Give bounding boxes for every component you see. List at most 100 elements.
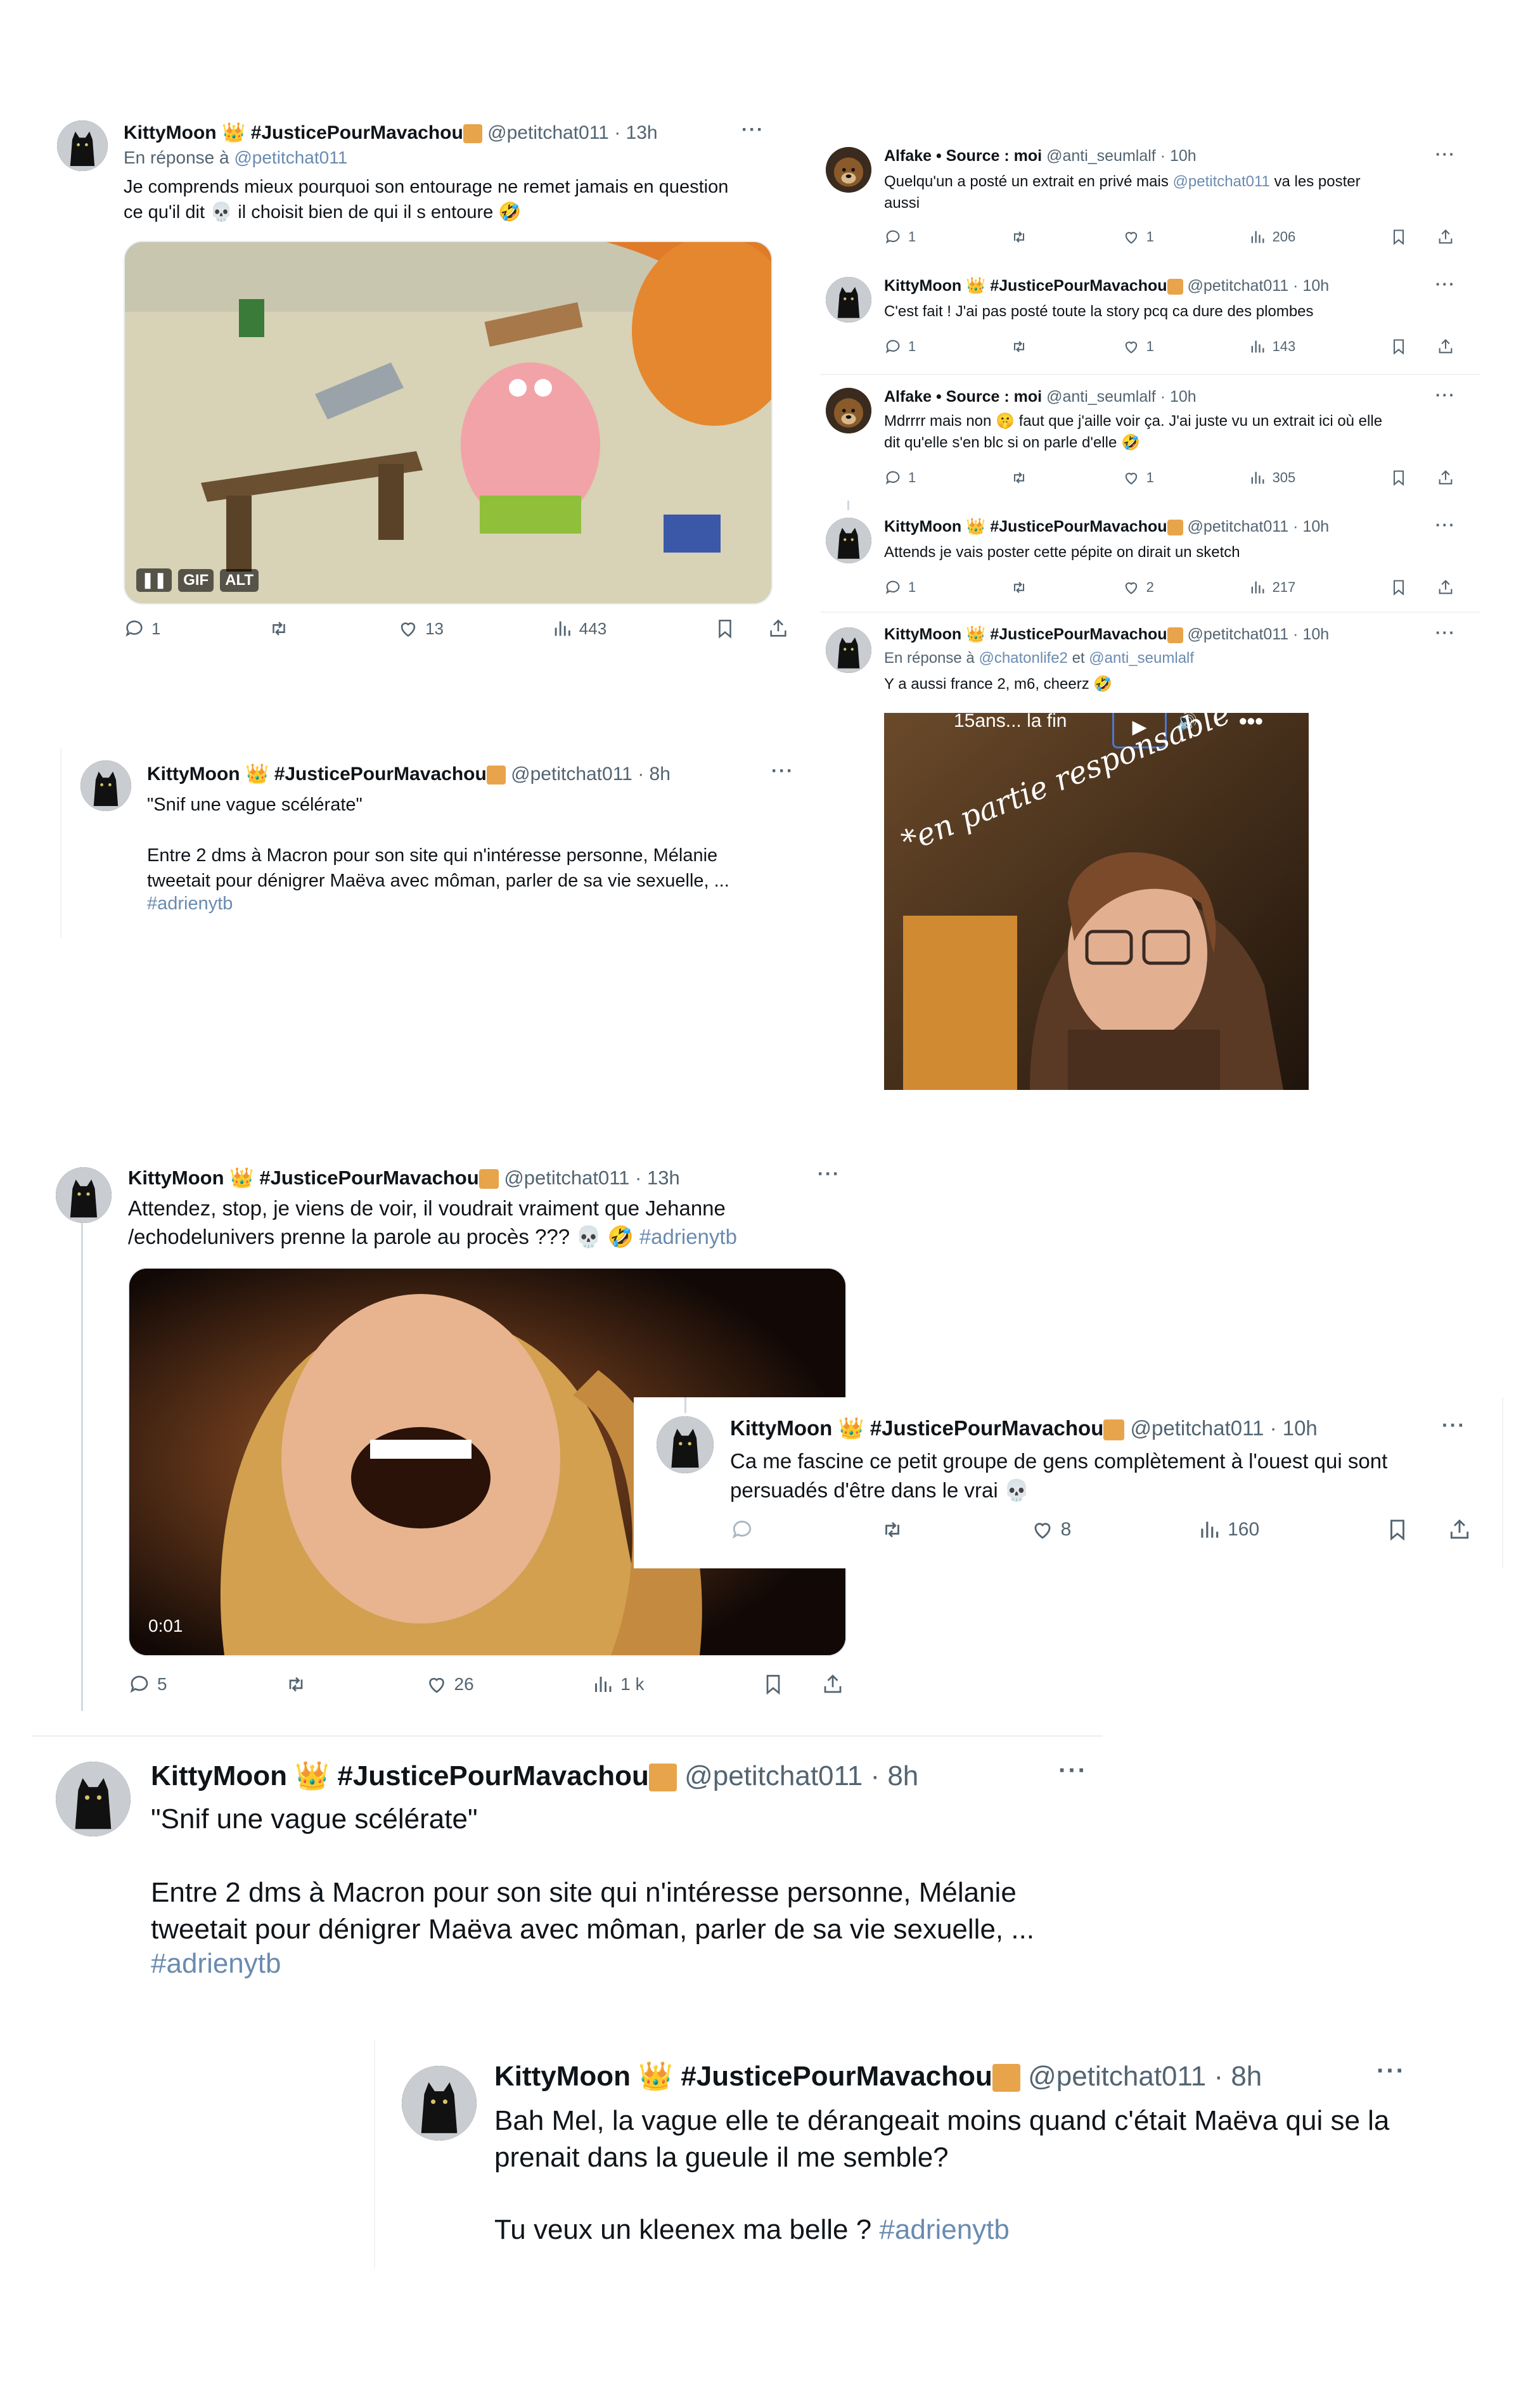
reply-button[interactable]: 1 (884, 228, 916, 246)
avatar[interactable] (826, 627, 871, 673)
more-options-icon[interactable]: ··· (771, 760, 794, 782)
reply-button[interactable]: 1 (884, 469, 916, 487)
display-name-hashtag[interactable]: #JusticePourMavachou (990, 277, 1167, 295)
display-name-hashtag[interactable]: #JusticePourMavachou (870, 1416, 1104, 1440)
timestamp[interactable]: · 10h (1293, 518, 1329, 535)
hashtag-link[interactable]: #adrienytb (879, 2214, 1009, 2245)
retweet-button[interactable] (268, 618, 290, 639)
avatar[interactable] (56, 1167, 112, 1223)
more-options-icon[interactable]: ··· (1435, 623, 1456, 643)
display-name[interactable]: KittyMoon (884, 518, 961, 535)
like-button[interactable]: 1 (1122, 469, 1154, 487)
alt-label[interactable]: ALT (220, 568, 259, 592)
avatar[interactable] (57, 120, 108, 171)
display-name-hashtag[interactable]: #JusticePourMavachou (990, 518, 1167, 535)
display-name[interactable]: KittyMoon (147, 764, 240, 785)
views-button[interactable]: 143 (1248, 338, 1295, 355)
display-name-hashtag[interactable]: #JusticePourMavachou (259, 1167, 478, 1189)
avatar[interactable] (826, 277, 871, 323)
more-options-icon[interactable]: ··· (1435, 385, 1456, 405)
timestamp[interactable]: · 13h (614, 122, 657, 143)
timestamp[interactable]: · 10h (1160, 388, 1197, 406)
display-name[interactable]: Alfake • Source : moi (884, 388, 1042, 406)
handle[interactable]: @petitchat011 (504, 1167, 629, 1189)
avatar[interactable] (80, 760, 131, 811)
like-button[interactable]: 8 (1030, 1518, 1071, 1542)
reply-mention[interactable]: @petitchat011 (234, 148, 347, 167)
display-name-hashtag[interactable]: #JusticePourMavachou (681, 2061, 992, 2092)
reply-button[interactable] (730, 1518, 754, 1542)
display-name[interactable]: KittyMoon (151, 1760, 287, 1791)
display-name[interactable]: KittyMoon (884, 277, 961, 295)
more-options-icon[interactable]: ··· (741, 119, 764, 141)
handle[interactable]: @petitchat011 (684, 1760, 863, 1791)
more-options-icon[interactable]: ··· (1442, 1414, 1466, 1437)
hashtag-link[interactable]: #adrienytb (147, 893, 233, 914)
reply-button[interactable]: 1 (884, 579, 916, 596)
like-button[interactable]: 1 (1122, 228, 1154, 246)
retweet-button[interactable] (1010, 469, 1028, 487)
retweet-button[interactable] (285, 1673, 307, 1696)
display-name[interactable]: KittyMoon (884, 625, 961, 643)
avatar[interactable] (402, 2066, 477, 2141)
more-options-icon[interactable]: ··· (1058, 1757, 1088, 1785)
timestamp[interactable]: · 10h (1270, 1416, 1318, 1440)
handle[interactable]: @petitchat011 (487, 122, 609, 143)
handle[interactable]: @petitchat011 (1187, 518, 1288, 535)
retweet-button[interactable] (1010, 338, 1028, 355)
story-video[interactable]: 15ans... la fin ▶ 🔊 ••• *en partie respo… (884, 713, 1309, 1090)
handle[interactable]: @anti_seumlalf (1046, 388, 1156, 406)
gif-media[interactable]: ❚❚ GIF ALT (124, 241, 773, 605)
more-options-icon[interactable]: ··· (1435, 144, 1456, 164)
display-name[interactable]: KittyMoon (730, 1416, 832, 1440)
hashtag-link[interactable]: #adrienytb (639, 1225, 737, 1248)
views-button[interactable]: 160 (1197, 1518, 1259, 1542)
bookmark-action[interactable] (1390, 338, 1454, 355)
bookmark-action[interactable] (1390, 469, 1454, 487)
handle[interactable]: @petitchat011 (1187, 277, 1288, 295)
views-button[interactable]: 443 (551, 618, 606, 639)
reply-button[interactable]: 1 (124, 618, 160, 639)
reply-mention[interactable]: @chatonlife2 (979, 650, 1067, 667)
pause-icon[interactable]: ❚❚ (136, 568, 172, 592)
retweet-button[interactable] (1010, 579, 1028, 596)
bookmark-action[interactable] (714, 618, 789, 639)
timestamp[interactable]: · 8h (638, 764, 671, 785)
mention-link[interactable]: @petitchat011 (1173, 173, 1270, 190)
like-button[interactable]: 13 (397, 618, 444, 639)
display-name-hashtag[interactable]: #JusticePourMavachou (337, 1760, 649, 1791)
avatar[interactable] (826, 518, 871, 563)
bookmark-action[interactable] (762, 1673, 844, 1696)
avatar[interactable] (826, 147, 871, 193)
display-name[interactable]: KittyMoon (124, 122, 217, 143)
timestamp[interactable]: · 13h (635, 1167, 680, 1189)
timestamp[interactable]: · 8h (1214, 2061, 1262, 2092)
more-options-icon[interactable]: ··· (1435, 274, 1456, 294)
more-options-icon[interactable]: ··· (818, 1163, 840, 1185)
reply-button[interactable]: 1 (884, 338, 916, 355)
reply-button[interactable]: 5 (128, 1673, 167, 1696)
handle[interactable]: @petitchat011 (1131, 1416, 1264, 1440)
reply-mention[interactable]: @anti_seumlalf (1089, 650, 1194, 667)
views-button[interactable]: 1 k (591, 1673, 645, 1696)
handle[interactable]: @petitchat011 (1028, 2061, 1206, 2092)
more-options-icon[interactable]: ··· (1377, 2057, 1406, 2085)
like-button[interactable]: 1 (1122, 338, 1154, 355)
display-name[interactable]: Alfake • Source : moi (884, 147, 1042, 165)
bookmark-action[interactable] (1390, 228, 1454, 246)
timestamp[interactable]: · 10h (1160, 147, 1197, 165)
share-icon[interactable] (1437, 228, 1454, 246)
views-button[interactable]: 217 (1248, 579, 1295, 596)
retweet-button[interactable] (880, 1518, 904, 1542)
avatar[interactable] (56, 1762, 131, 1836)
more-video-icon[interactable]: ••• (1239, 713, 1263, 734)
like-button[interactable]: 26 (425, 1673, 474, 1696)
bookmark-action[interactable] (1390, 579, 1454, 596)
share-icon[interactable] (821, 1673, 844, 1696)
display-name[interactable]: KittyMoon (494, 2061, 631, 2092)
hashtag-link[interactable]: #adrienytb (151, 1948, 281, 1980)
display-name-hashtag[interactable]: #JusticePourMavachou (274, 764, 487, 785)
display-name-hashtag[interactable]: #JusticePourMavachou (251, 122, 463, 143)
display-name[interactable]: KittyMoon (128, 1167, 224, 1189)
share-icon[interactable] (1437, 579, 1454, 596)
